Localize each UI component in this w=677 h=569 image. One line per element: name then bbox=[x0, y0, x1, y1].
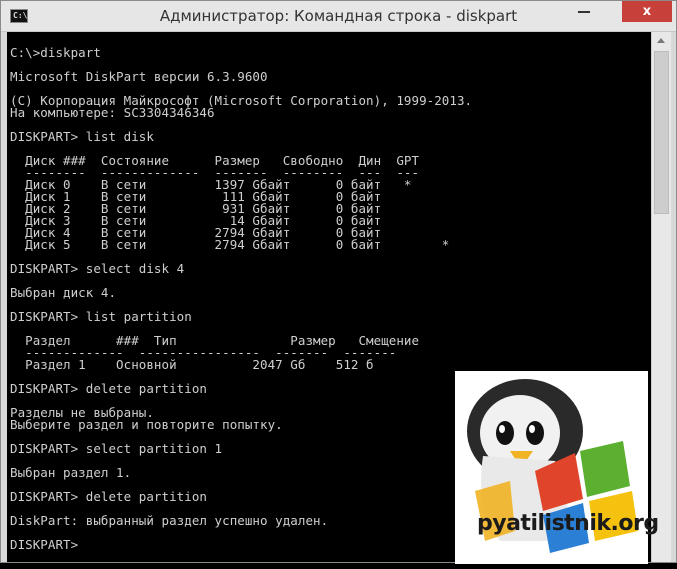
console-line: Выбран раздел 1. bbox=[10, 465, 132, 480]
console-line: DISKPART> delete partition bbox=[10, 489, 207, 504]
console-line: (C) Корпорация Майкрософт (Microsoft Cor… bbox=[10, 93, 473, 108]
console-line: Раздел ### Тип Размер Смещение bbox=[10, 333, 420, 348]
console-line: Выберите раздел и повторите попытку. bbox=[10, 417, 283, 432]
console-line: Диск 4 В сети 2794 Gбайт 0 байт bbox=[10, 225, 382, 240]
console-line: DISKPART> delete partition bbox=[10, 381, 207, 396]
console-line: Выбран диск 4. bbox=[10, 285, 117, 300]
window-title: Администратор: Командная строка - diskpa… bbox=[159, 7, 518, 25]
console-line: Диск 0 В сети 1397 Gбайт 0 байт * bbox=[10, 177, 412, 192]
console-line: DISKPART> list partition bbox=[10, 309, 192, 324]
console-line: Диск ### Состояние Размер Свободно Дин G… bbox=[10, 153, 420, 168]
console-lines: C:\>diskpart Microsoft DiskPart версии 6.… bbox=[10, 45, 473, 552]
console-line: Раздел 1 Основной 2047 Gб 512 б bbox=[10, 357, 374, 372]
console-line: Microsoft DiskPart версии 6.3.9600 bbox=[10, 69, 268, 84]
console-line: Разделы не выбраны. bbox=[10, 405, 154, 420]
console-line: DiskPart: выбранный раздел успешно удале… bbox=[10, 513, 329, 528]
vertical-scrollbar[interactable] bbox=[651, 32, 671, 562]
command-prompt-window: C:\ Администратор: Командная строка - di… bbox=[0, 0, 677, 564]
logo-text: pyatilistnik.org bbox=[477, 511, 659, 536]
close-button[interactable]: x bbox=[622, 1, 672, 22]
console-line: Диск 3 В сети 14 Gбайт 0 байт bbox=[10, 213, 382, 228]
minimize-button[interactable] bbox=[578, 5, 590, 15]
site-logo: pyatilistnik.org bbox=[455, 371, 659, 564]
scroll-thumb[interactable] bbox=[654, 51, 669, 214]
console-line: -------- ------------- ------- -------- … bbox=[10, 165, 420, 180]
console-line: Диск 5 В сети 2794 Gбайт 0 байт * bbox=[10, 237, 450, 252]
console-line: C:\>diskpart bbox=[10, 45, 101, 60]
console-line: DISKPART> select disk 4 bbox=[10, 261, 185, 276]
console-line: DISKPART> bbox=[10, 537, 79, 552]
console-line: DISKPART> select partition 1 bbox=[10, 441, 223, 456]
console-line: Диск 2 В сети 931 Gбайт 0 байт bbox=[10, 201, 382, 216]
title-bar[interactable]: C:\ Администратор: Командная строка - di… bbox=[1, 1, 676, 32]
console-line: DISKPART> list disk bbox=[10, 129, 154, 144]
scroll-up-arrow-icon[interactable] bbox=[652, 32, 671, 50]
